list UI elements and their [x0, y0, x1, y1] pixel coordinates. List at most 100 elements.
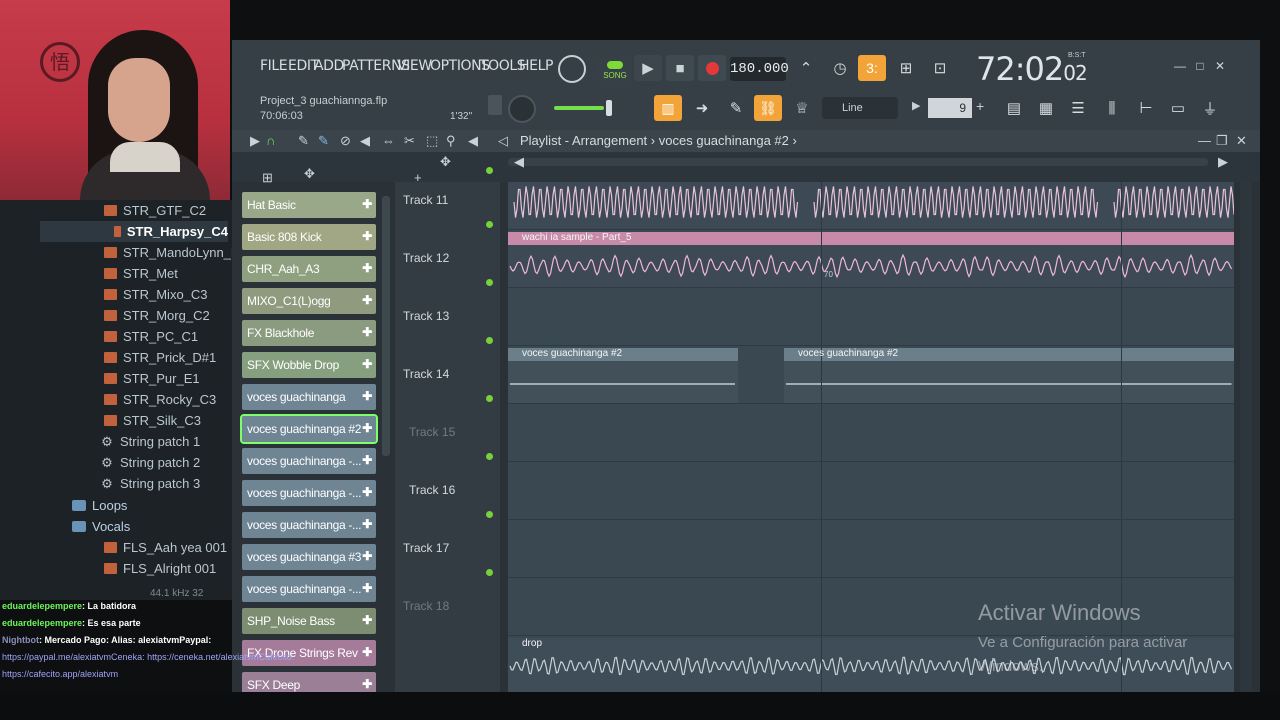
- browser-item[interactable]: STR_Rocky_C3: [0, 389, 216, 410]
- track-lane[interactable]: [508, 182, 1234, 230]
- countdown-icon[interactable]: 3:: [858, 55, 886, 81]
- minimize-icon[interactable]: —: [1172, 58, 1188, 74]
- step-edit-icon[interactable]: ⊞: [892, 55, 920, 81]
- playlist-view-icon[interactable]: ▤: [1000, 95, 1028, 121]
- master-volume-knob[interactable]: [508, 95, 536, 123]
- track-lane[interactable]: [508, 404, 1234, 462]
- track-mute-led[interactable]: [486, 395, 493, 402]
- playback-icon[interactable]: ◀: [468, 133, 478, 149]
- magnet-icon[interactable]: ∩: [266, 133, 275, 148]
- pattern-item[interactable]: MIXO_C1(L)ogg ✚: [242, 288, 376, 314]
- add-pattern-icon[interactable]: ✚: [362, 229, 372, 243]
- browser-item[interactable]: STR_Morg_C2: [0, 305, 210, 326]
- breadcrumb-item[interactable]: voces guachinanga #2: [659, 133, 789, 148]
- add-pattern-icon[interactable]: ✚: [362, 517, 372, 531]
- scroll-left-icon[interactable]: ◀: [514, 154, 524, 170]
- channel-rack-icon[interactable]: ☰: [1064, 95, 1092, 121]
- menu-file[interactable]: FILE: [260, 58, 288, 74]
- pattern-song-knob-icon[interactable]: [558, 55, 586, 83]
- tempo-display[interactable]: 180.000: [730, 57, 789, 81]
- track-label[interactable]: Track 18: [403, 599, 449, 613]
- pattern-item[interactable]: voces guachinanga -... ✚: [242, 512, 376, 538]
- add-pattern-icon[interactable]: ✚: [362, 293, 372, 307]
- record-button[interactable]: [698, 55, 726, 81]
- arrow-tool-icon[interactable]: ➜: [688, 95, 716, 121]
- pencil-icon[interactable]: ✎: [298, 133, 309, 149]
- pattern-item[interactable]: FX Blackhole ✚: [242, 320, 376, 346]
- track-lane[interactable]: [508, 520, 1234, 578]
- picker-scrollbar[interactable]: [382, 196, 390, 456]
- project-scroll-icon[interactable]: [488, 95, 502, 115]
- browser-item[interactable]: STR_Pur_E1: [0, 368, 200, 389]
- add-pattern-icon[interactable]: ✚: [362, 197, 372, 211]
- browser-item[interactable]: ⚙ String patch 2: [0, 452, 200, 473]
- pattern-selector[interactable]: 9: [928, 98, 972, 118]
- link-icon[interactable]: ⛓: [754, 95, 782, 121]
- pl-close-icon[interactable]: ✕: [1236, 133, 1247, 149]
- track-mute-led[interactable]: [486, 337, 493, 344]
- slice-icon[interactable]: ✂: [404, 133, 415, 149]
- zoom-icon[interactable]: ⚲: [446, 133, 456, 149]
- add-pattern-icon[interactable]: ✚: [362, 581, 372, 595]
- track-mute-led[interactable]: [486, 221, 493, 228]
- browser-item[interactable]: STR_Harpsy_C4: [40, 221, 228, 242]
- track-label[interactable]: Track 11: [403, 193, 448, 207]
- browser-item[interactable]: Loops: [0, 495, 127, 516]
- pattern-item[interactable]: voces guachinanga -... ✚: [242, 480, 376, 506]
- pattern-item[interactable]: voces guachinanga ✚: [242, 384, 376, 410]
- metronome-icon[interactable]: ⌃: [792, 55, 820, 81]
- track-mute-led[interactable]: [486, 167, 493, 174]
- pattern-item[interactable]: voces guachinanga #2 ✚: [240, 414, 378, 444]
- browser-item[interactable]: ⚙ String patch 3: [0, 473, 200, 494]
- play-button[interactable]: ▶: [634, 55, 662, 81]
- playlist-menu-icon[interactable]: ▶: [250, 133, 260, 149]
- slider-handle[interactable]: [606, 100, 612, 116]
- select-icon[interactable]: ⬚: [426, 133, 438, 149]
- track-label[interactable]: Track 16: [409, 483, 455, 497]
- pattern-item[interactable]: voces guachinanga #3 ✚: [242, 544, 376, 570]
- menu-view[interactable]: VIEW: [397, 58, 432, 74]
- plugin-picker-icon[interactable]: ▭: [1164, 95, 1192, 121]
- track-mute-led[interactable]: [486, 511, 493, 518]
- browser-item[interactable]: ⚙ String patch 1: [0, 431, 200, 452]
- vertical-scrollbar[interactable]: [1240, 182, 1252, 692]
- track-label[interactable]: Track 12: [403, 251, 449, 265]
- browser-item[interactable]: STR_PC_C1: [0, 326, 198, 347]
- paint-icon[interactable]: ✎: [318, 133, 329, 149]
- breadcrumb-back-icon[interactable]: ◁: [498, 133, 508, 149]
- mute-icon[interactable]: ◀: [360, 133, 370, 149]
- add-pattern-icon[interactable]: ✚: [362, 677, 372, 691]
- menu-add[interactable]: ADD: [314, 58, 344, 74]
- track-lane[interactable]: [508, 462, 1234, 520]
- drag-handle-icon[interactable]: ✥: [304, 166, 315, 182]
- snap-selector[interactable]: Line: [822, 97, 898, 119]
- track-mute-led[interactable]: [486, 279, 493, 286]
- master-pitch-slider[interactable]: [554, 106, 604, 110]
- browser-item[interactable]: STR_Prick_D#1: [0, 347, 216, 368]
- pattern-prev-icon[interactable]: ▶: [912, 99, 920, 112]
- add-pattern-icon[interactable]: +: [976, 98, 984, 114]
- track-label[interactable]: Track 13: [403, 309, 449, 323]
- browser-item[interactable]: STR_GTF_C2: [0, 200, 206, 221]
- pattern-item[interactable]: voces guachinanga -... ✚: [242, 448, 376, 474]
- track-mute-led[interactable]: [486, 569, 493, 576]
- scroll-right-icon[interactable]: ▶: [1218, 154, 1228, 170]
- chat-link[interactable]: https://cafecito.app/alexiatvm: [2, 669, 118, 679]
- scroll-handle-icon[interactable]: ✥: [440, 154, 451, 170]
- slip-icon[interactable]: ⇔: [382, 133, 395, 148]
- track-label[interactable]: Track 15: [409, 425, 455, 439]
- track-mute-led[interactable]: [486, 453, 493, 460]
- add-pattern-icon[interactable]: ✚: [362, 549, 372, 563]
- browser-item[interactable]: Vocals: [0, 516, 130, 537]
- track-label[interactable]: Track 14: [403, 367, 449, 381]
- browser-item[interactable]: STR_Silk_C3: [0, 410, 201, 431]
- wait-input-icon[interactable]: ◷: [826, 55, 854, 81]
- add-pattern-icon[interactable]: ✚: [362, 389, 372, 403]
- browser-item[interactable]: STR_MandoLynn_B2: [0, 242, 247, 263]
- add-pattern-icon[interactable]: ✚: [362, 613, 372, 627]
- add-pattern-icon[interactable]: ✚: [362, 261, 372, 275]
- browser-icon[interactable]: ⊢: [1132, 95, 1160, 121]
- browser-item[interactable]: FLS_Alright 001: [0, 558, 216, 579]
- plug-icon[interactable]: ⏚: [1196, 95, 1224, 121]
- pattern-item[interactable]: Basic 808 Kick ✚: [242, 224, 376, 250]
